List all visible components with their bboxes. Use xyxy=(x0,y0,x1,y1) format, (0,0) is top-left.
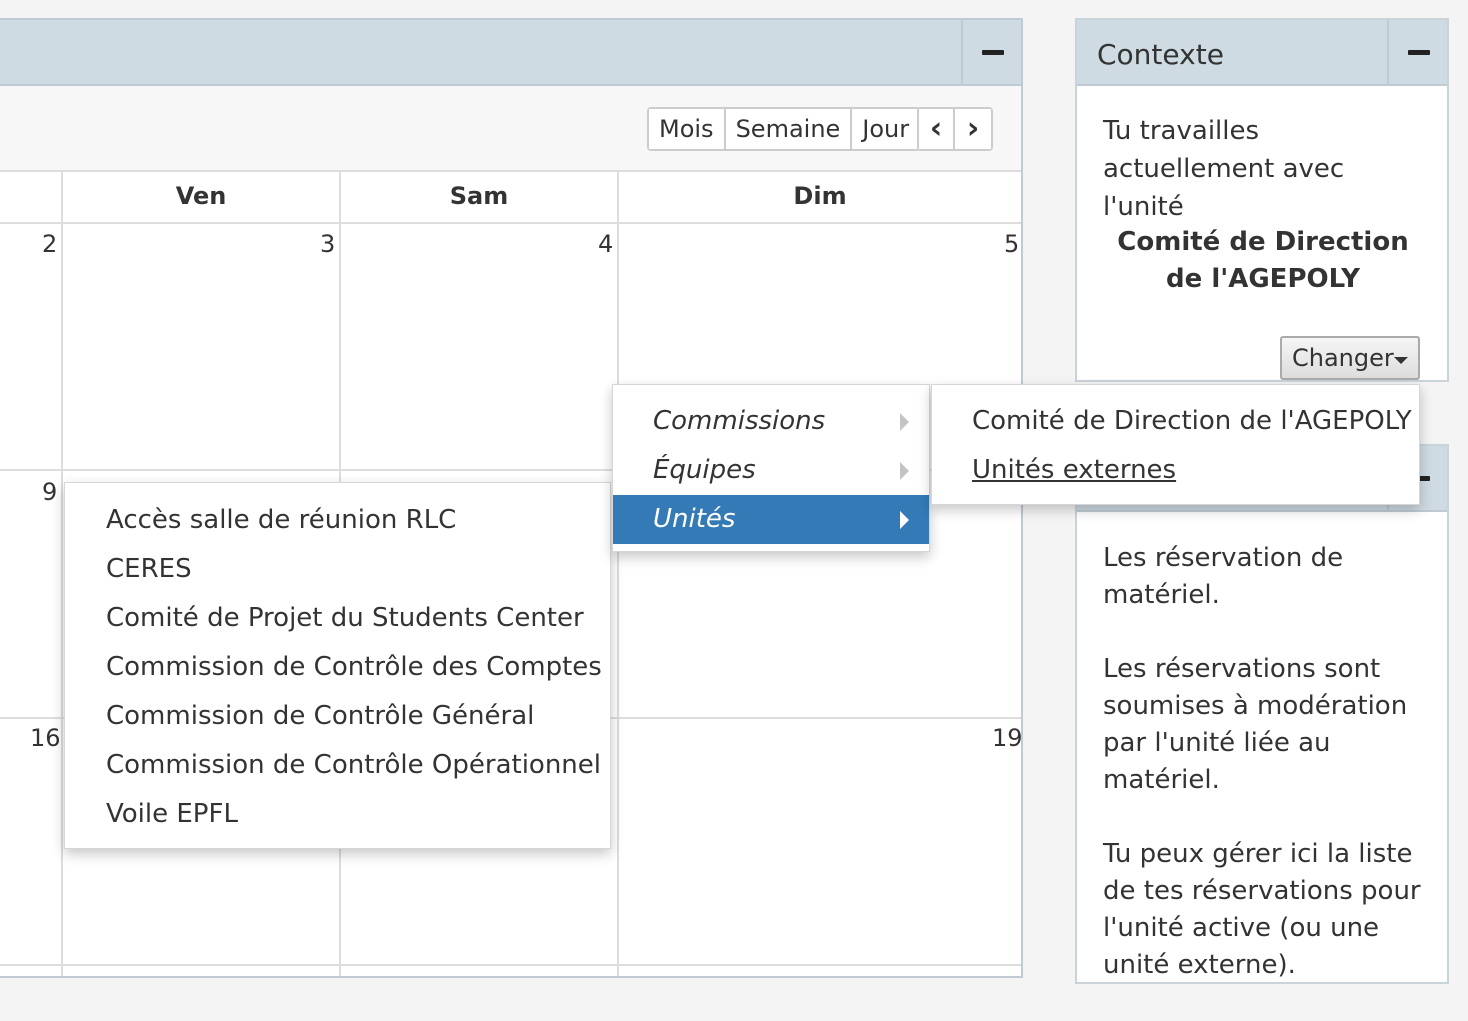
day-header-sun: Dim xyxy=(793,182,847,210)
menu-item-unit[interactable]: Commission de Contrôle Opérationnel xyxy=(65,741,610,790)
chevron-right-icon[interactable]: › xyxy=(955,109,991,149)
menu-item-label: Équipes xyxy=(653,455,756,485)
day-number: 19 xyxy=(992,724,1023,752)
caret-right-icon xyxy=(900,413,909,431)
day-header-fri: Ven xyxy=(175,182,227,210)
date-navigation: ‹ › xyxy=(917,107,993,151)
menu-item-commissions[interactable]: Commissions xyxy=(613,397,929,446)
menu-item-label: Unités xyxy=(653,504,736,534)
day-number: 3 xyxy=(320,230,336,258)
context-panel-title: Contexte xyxy=(1097,38,1224,71)
caret-right-icon xyxy=(900,462,909,480)
menu-item-unit[interactable]: Voile EPFL xyxy=(65,790,610,839)
day-number: 9 xyxy=(42,478,58,506)
calendar-panel-header xyxy=(0,20,1021,86)
day-number: 16 xyxy=(30,724,61,752)
day-number: 5 xyxy=(1004,230,1020,258)
active-unit-name: Comité de Direction de l'AGEPOLY xyxy=(1117,227,1409,294)
info-panel: Les réservation de matériel. Les réserva… xyxy=(1075,444,1449,984)
menu-item-equipes[interactable]: Équipes xyxy=(613,446,929,495)
info-paragraph: Les réservation de matériel. xyxy=(1103,543,1344,610)
menu-item-unites[interactable]: Unités xyxy=(613,495,929,544)
info-paragraph: Les réservations sont soumises à modérat… xyxy=(1103,654,1408,795)
day-header-sat: Sam xyxy=(449,182,509,210)
view-switcher: Mois Semaine Jour xyxy=(647,107,922,151)
chevron-left-icon[interactable]: ‹ xyxy=(919,109,955,149)
units-submenu: Accès salle de réunion RLC CERES Comité … xyxy=(64,482,611,849)
caret-right-icon xyxy=(900,511,909,529)
menu-item-external-units[interactable]: Unités externes xyxy=(932,446,1419,495)
collapse-context-button[interactable] xyxy=(1387,20,1447,86)
view-month-button[interactable]: Mois xyxy=(649,109,726,149)
change-unit-button[interactable]: Changer xyxy=(1280,336,1420,380)
minus-icon xyxy=(982,50,1004,55)
minus-icon xyxy=(1408,50,1430,55)
context-panel: Contexte Tu travailles actuellement avec… xyxy=(1075,18,1449,382)
change-unit-label: Changer xyxy=(1292,344,1394,372)
day-number: 4 xyxy=(598,230,614,258)
menu-item-unit[interactable]: Commission de Contrôle des Comptes xyxy=(65,643,610,692)
view-day-button[interactable]: Jour xyxy=(852,109,920,149)
menu-item-current-unit[interactable]: Comité de Direction de l'AGEPOLY xyxy=(932,397,1419,446)
caret-down-icon xyxy=(1394,357,1408,364)
menu-item-label: Commissions xyxy=(653,406,826,436)
context-submenu: Comité de Direction de l'AGEPOLY Unités … xyxy=(931,384,1420,505)
day-number: 2 xyxy=(42,230,58,258)
context-text: Tu travailles actuellement avec l'unité xyxy=(1103,116,1345,222)
info-text: Les réservation de matériel. Les réserva… xyxy=(1103,540,1433,1021)
view-week-button[interactable]: Semaine xyxy=(725,109,853,149)
calendar-toolbar: Mois Semaine Jour ‹ › xyxy=(0,86,1021,170)
unit-type-menu: Commissions Équipes Unités xyxy=(612,384,930,552)
info-paragraph: Tu peux gérer ici la liste de tes réserv… xyxy=(1103,839,1421,980)
menu-item-unit[interactable]: CERES xyxy=(65,545,610,594)
collapse-calendar-button[interactable] xyxy=(961,20,1021,86)
menu-item-unit[interactable]: Accès salle de réunion RLC xyxy=(65,496,610,545)
menu-item-unit[interactable]: Commission de Contrôle Général xyxy=(65,692,610,741)
menu-item-unit[interactable]: Comité de Projet du Students Center xyxy=(65,594,610,643)
context-panel-header: Contexte xyxy=(1077,20,1447,86)
